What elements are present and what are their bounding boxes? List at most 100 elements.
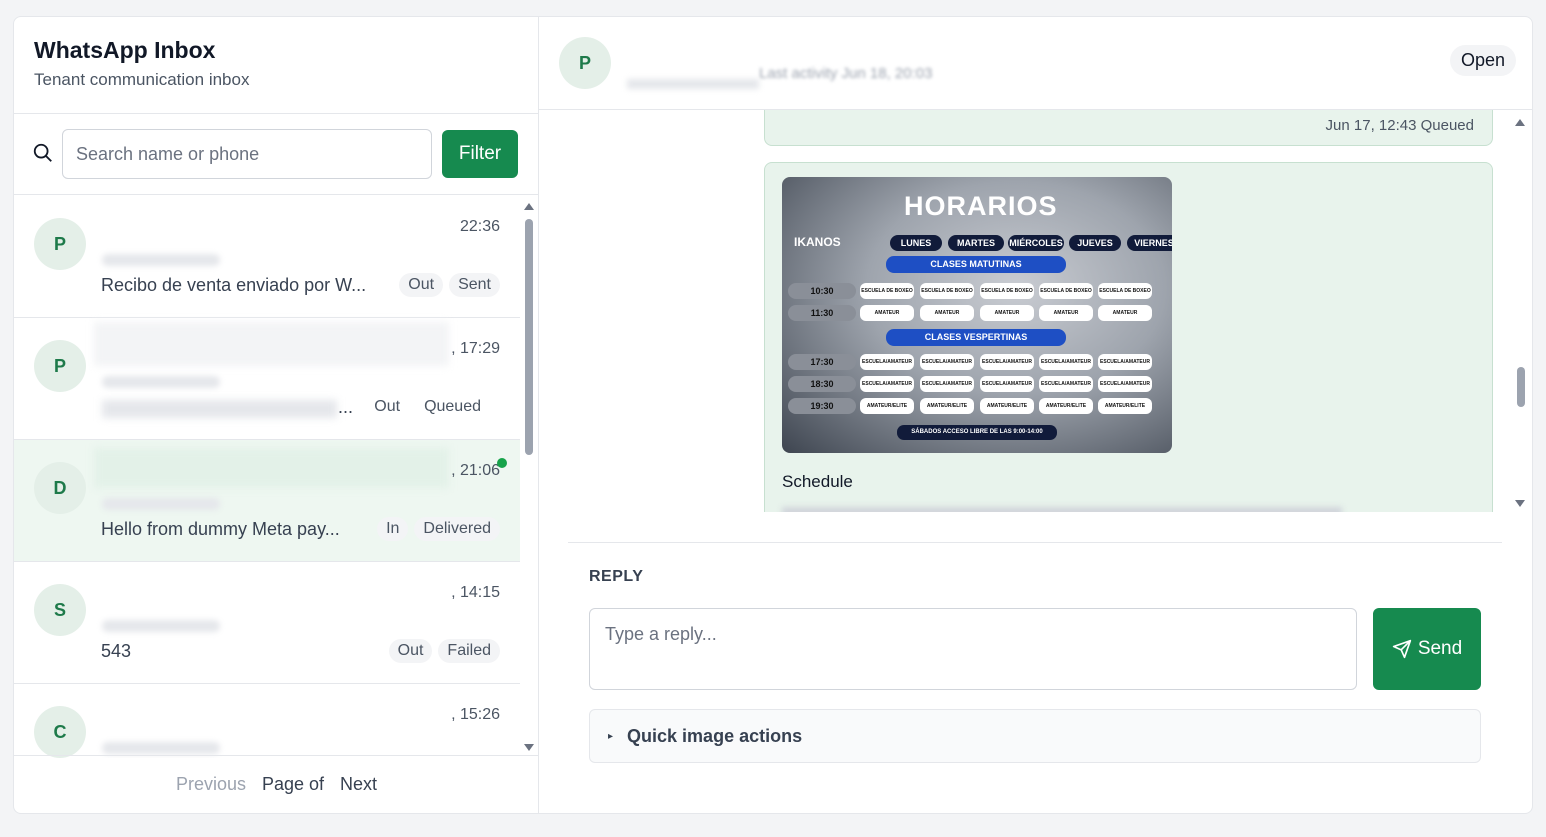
- badges: In Delivered: [377, 517, 500, 541]
- image-cell: ESCUELA DE BOXEO: [1039, 283, 1093, 299]
- conversation-time: , 17:29: [451, 340, 500, 357]
- app-window: WhatsApp Inbox Tenant communication inbo…: [13, 16, 1533, 814]
- chat-last-activity: Last activity Jun 18, 20:03: [759, 65, 933, 82]
- image-cell: AMATEUR: [860, 305, 914, 321]
- avatar: C: [34, 706, 86, 758]
- previous-button[interactable]: Previous: [176, 774, 246, 795]
- caret-right-icon: ▸: [608, 730, 614, 742]
- image-day: VIERNES: [1127, 235, 1172, 251]
- image-day: MARTES: [948, 235, 1004, 251]
- conversation-item[interactable]: C , 15:26: [14, 684, 520, 758]
- image-cell: ESCUELA/AMATEUR: [860, 354, 914, 370]
- reply-label: REPLY: [589, 568, 644, 585]
- avatar: S: [34, 584, 86, 636]
- page-indicator: Page of: [261, 774, 325, 794]
- conversation-time: , 21:06: [451, 462, 500, 479]
- avatar: D: [34, 462, 86, 514]
- image-cell: ESCUELA/AMATEUR: [1098, 354, 1152, 370]
- direction-badge: Out: [374, 398, 401, 415]
- image-cell: ESCUELA/AMATEUR: [1039, 376, 1093, 392]
- image-cell: AMATEUR/ELITE: [860, 398, 914, 414]
- conversation-item[interactable]: P 22:36 Recibo de venta enviado por W...…: [14, 196, 520, 318]
- redacted-preview: [102, 400, 337, 418]
- quick-actions-label: Quick image actions: [627, 725, 803, 746]
- image-day: JUEVES: [1069, 235, 1121, 251]
- image-cell: AMATEUR/ELITE: [980, 398, 1034, 414]
- image-cell: ESCUELA DE BOXEO: [1098, 283, 1152, 299]
- message-bubble: IKANOS HORARIOS LUNES MARTES MIÉRCOLES J…: [764, 162, 1493, 512]
- image-time: 10:30: [788, 283, 856, 299]
- scroll-down-icon[interactable]: [524, 744, 534, 751]
- unread-dot: [497, 458, 507, 468]
- inbox-title: WhatsApp Inbox: [34, 37, 216, 63]
- image-cell: ESCUELA DE BOXEO: [860, 283, 914, 299]
- message-image[interactable]: IKANOS HORARIOS LUNES MARTES MIÉRCOLES J…: [782, 177, 1172, 453]
- conversation-preview: 543: [101, 641, 132, 661]
- send-icon: [1392, 639, 1411, 659]
- image-logo: IKANOS: [794, 235, 841, 249]
- image-cell: ESCUELA/AMATEUR: [1039, 354, 1093, 370]
- quick-image-actions[interactable]: ▸ Quick image actions: [589, 709, 1481, 763]
- redacted-name: [102, 376, 220, 388]
- redacted-text: [782, 507, 1342, 512]
- list-scrollbar[interactable]: [522, 199, 536, 755]
- badges: Out Queued: [365, 395, 490, 419]
- conversation-time: , 14:15: [451, 584, 500, 601]
- image-cell: ESCUELA/AMATEUR: [1098, 376, 1152, 392]
- message-meta: Jun 17, 12:43 Queued: [1325, 117, 1474, 134]
- redacted-name: [102, 620, 220, 632]
- badges: Out Failed: [388, 639, 500, 663]
- image-time: 11:30: [788, 305, 856, 321]
- conversation-item[interactable]: D , 21:06 Hello from dummy Meta pay... I…: [14, 440, 520, 562]
- search-row: Filter: [14, 114, 538, 195]
- image-cell: AMATEUR: [1098, 305, 1152, 321]
- send-label: Send: [1417, 638, 1463, 659]
- next-button[interactable]: Next: [340, 774, 377, 795]
- scroll-up-icon[interactable]: [524, 203, 534, 210]
- search-input[interactable]: [62, 129, 432, 179]
- image-band: CLASES VESPERTINAS: [886, 329, 1066, 346]
- avatar: P: [34, 218, 86, 270]
- conversation-time: 22:36: [459, 218, 500, 235]
- direction-badge: In: [377, 517, 409, 541]
- scroll-thumb[interactable]: [525, 219, 533, 455]
- image-cell: ESCUELA/AMATEUR: [860, 376, 914, 392]
- conversation-preview: Recibo de venta enviado por W...: [101, 275, 367, 295]
- reply-section: REPLY Send ▸ Quick image actions: [568, 542, 1502, 802]
- image-time: 18:30: [788, 376, 856, 392]
- scroll-thumb[interactable]: [1517, 367, 1525, 407]
- inbox-header: WhatsApp Inbox Tenant communication inbo…: [14, 17, 538, 114]
- image-cell: AMATEUR/ELITE: [1039, 398, 1093, 414]
- badges: Out Sent: [399, 273, 500, 297]
- image-cell: ESCUELA/AMATEUR: [980, 376, 1034, 392]
- search-icon: [33, 143, 52, 162]
- status-badge: Sent: [449, 273, 500, 297]
- image-time: 17:30: [788, 354, 856, 370]
- redacted-name: [102, 742, 220, 754]
- scroll-up-icon[interactable]: [1515, 119, 1525, 126]
- image-day: MIÉRCOLES: [1008, 235, 1064, 251]
- image-cell: ESCUELA/AMATEUR: [920, 354, 974, 370]
- pagination: Previous Page of Next: [14, 755, 539, 813]
- status-badge: Queued: [424, 398, 481, 415]
- image-cell: ESCUELA DE BOXEO: [920, 283, 974, 299]
- image-cell: ESCUELA DE BOXEO: [980, 283, 1034, 299]
- filter-button[interactable]: Filter: [442, 130, 518, 178]
- send-button[interactable]: Send: [1373, 608, 1481, 690]
- image-cell: AMATEUR: [920, 305, 974, 321]
- thread-scrollbar[interactable]: [1513, 115, 1529, 511]
- avatar: P: [559, 37, 611, 89]
- inbox-subtitle: Tenant communication inbox: [34, 70, 250, 89]
- image-cell: AMATEUR/ELITE: [920, 398, 974, 414]
- reply-input[interactable]: [589, 608, 1357, 690]
- scroll-down-icon[interactable]: [1515, 500, 1525, 507]
- conversation-item[interactable]: S , 14:15 543 Out Failed: [14, 562, 520, 684]
- conversation-item[interactable]: P , 17:29 ... Out Queued: [14, 318, 520, 440]
- redacted-name: [102, 254, 220, 266]
- redacted-name: [102, 498, 220, 510]
- redacted-name: [627, 79, 759, 89]
- conversation-time: , 15:26: [451, 706, 500, 723]
- image-cell: AMATEUR/ELITE: [1098, 398, 1152, 414]
- chat-header: P Last activity Jun 18, 20:03 Open: [539, 17, 1532, 110]
- message-caption: Schedule: [782, 472, 853, 491]
